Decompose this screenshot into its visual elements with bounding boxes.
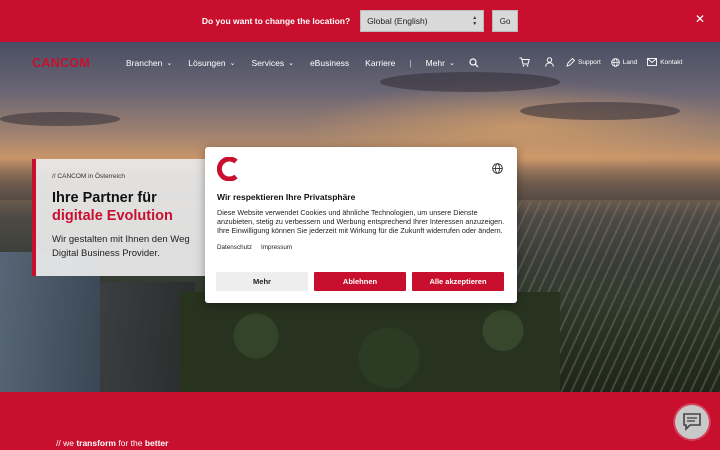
user-icon[interactable]	[545, 57, 554, 67]
nav-label: Karriere	[365, 58, 396, 68]
nav-services[interactable]: Services ⌄	[251, 57, 293, 69]
privacy-consent-dialog: Wir respektieren Ihre Privatsphäre Diese…	[205, 147, 517, 303]
nav-label: Services	[251, 58, 285, 68]
globe-icon[interactable]	[492, 163, 503, 174]
cancom-logo[interactable]: CANCOM	[32, 56, 90, 70]
pencil-icon	[566, 57, 575, 67]
main-nav: Branchen ⌄ Lösungen ⌄ Services ⌄ eBusiness …	[126, 57, 479, 69]
hero-subtext-line2: Digital Business Provider.	[52, 248, 160, 259]
chevron-down-icon: ⌄	[449, 60, 455, 67]
land-label: Land	[622, 58, 638, 66]
chevron-down-icon: ⌄	[166, 60, 173, 67]
kontakt-label: Kontakt	[660, 58, 683, 66]
nav-branchen[interactable]: Branchen ⌄	[126, 57, 172, 69]
privacy-link[interactable]: Datenschutz	[217, 244, 252, 251]
cart-icon[interactable]	[519, 57, 530, 67]
more-button[interactable]: Mehr	[216, 272, 308, 291]
consent-text: Diese Website verwendet Cookies und ähnl…	[217, 208, 505, 236]
imprint-link[interactable]: Impressum	[261, 244, 292, 251]
chevron-down-icon: ⌄	[229, 60, 236, 67]
hero-headline-line1: Ihre Partner für	[52, 190, 157, 206]
chat-button[interactable]	[675, 405, 709, 439]
consent-title: Wir respektieren Ihre Privatsphäre	[217, 192, 356, 202]
kontakt-link[interactable]: Kontakt	[647, 58, 682, 66]
select-caret-icon: ▲ ▼	[472, 14, 478, 27]
consent-links: Datenschutz Impressum	[217, 244, 505, 251]
support-label: Support	[578, 58, 601, 66]
hero-card: // CANCOM in Österreich Ihre Partner für…	[32, 159, 217, 276]
support-link[interactable]: Support	[566, 57, 601, 67]
nav-label: eBusiness	[309, 58, 350, 68]
nav-utility: Support Land Kontakt	[519, 57, 682, 67]
tagline-word2: better	[144, 438, 169, 448]
chevron-down-icon: ⌄	[288, 60, 294, 67]
search-icon[interactable]	[469, 58, 479, 68]
tagline-word1: transform	[76, 438, 116, 448]
location-bar: Do you want to change the location? Glob…	[0, 0, 720, 42]
decline-button[interactable]: Ablehnen	[314, 272, 406, 291]
nav-loesungen[interactable]: Lösungen ⌄	[188, 57, 235, 69]
hero-kicker: // CANCOM in Österreich	[52, 173, 125, 180]
location-select-value: Global (English)	[367, 16, 428, 26]
tagline-prefix: // we	[56, 438, 77, 448]
location-select[interactable]: Global (English) ▲ ▼	[360, 10, 485, 32]
cancom-c-logo-icon	[216, 156, 238, 182]
nav-label: Lösungen	[188, 58, 226, 68]
hero-headline-line2: digitale Evolution	[52, 208, 173, 224]
nav-label: Mehr	[425, 58, 445, 68]
accept-all-button[interactable]: Alle akzeptieren	[412, 272, 504, 291]
nav-karriere[interactable]: Karriere	[365, 57, 395, 69]
tagline-middle: for the	[116, 438, 145, 448]
chat-icon	[683, 413, 701, 431]
nav-mehr[interactable]: Mehr ⌄	[426, 57, 455, 69]
mail-icon	[647, 58, 658, 66]
nav-ebusiness[interactable]: eBusiness	[310, 57, 349, 69]
consent-buttons: Mehr Ablehnen Alle akzeptieren	[216, 272, 504, 291]
land-link[interactable]: Land	[611, 57, 638, 67]
tagline: // we transform for the better	[56, 438, 168, 448]
hero-subtext-line1: Wir gestalten mit Ihnen den Weg	[52, 234, 190, 245]
go-button[interactable]: Go	[492, 10, 519, 32]
location-question: Do you want to change the location?	[201, 16, 351, 26]
nav-label: Branchen	[126, 58, 163, 68]
nav-separator: |	[409, 58, 412, 68]
globe-icon	[611, 57, 620, 67]
close-icon[interactable]: ✕	[695, 13, 705, 25]
